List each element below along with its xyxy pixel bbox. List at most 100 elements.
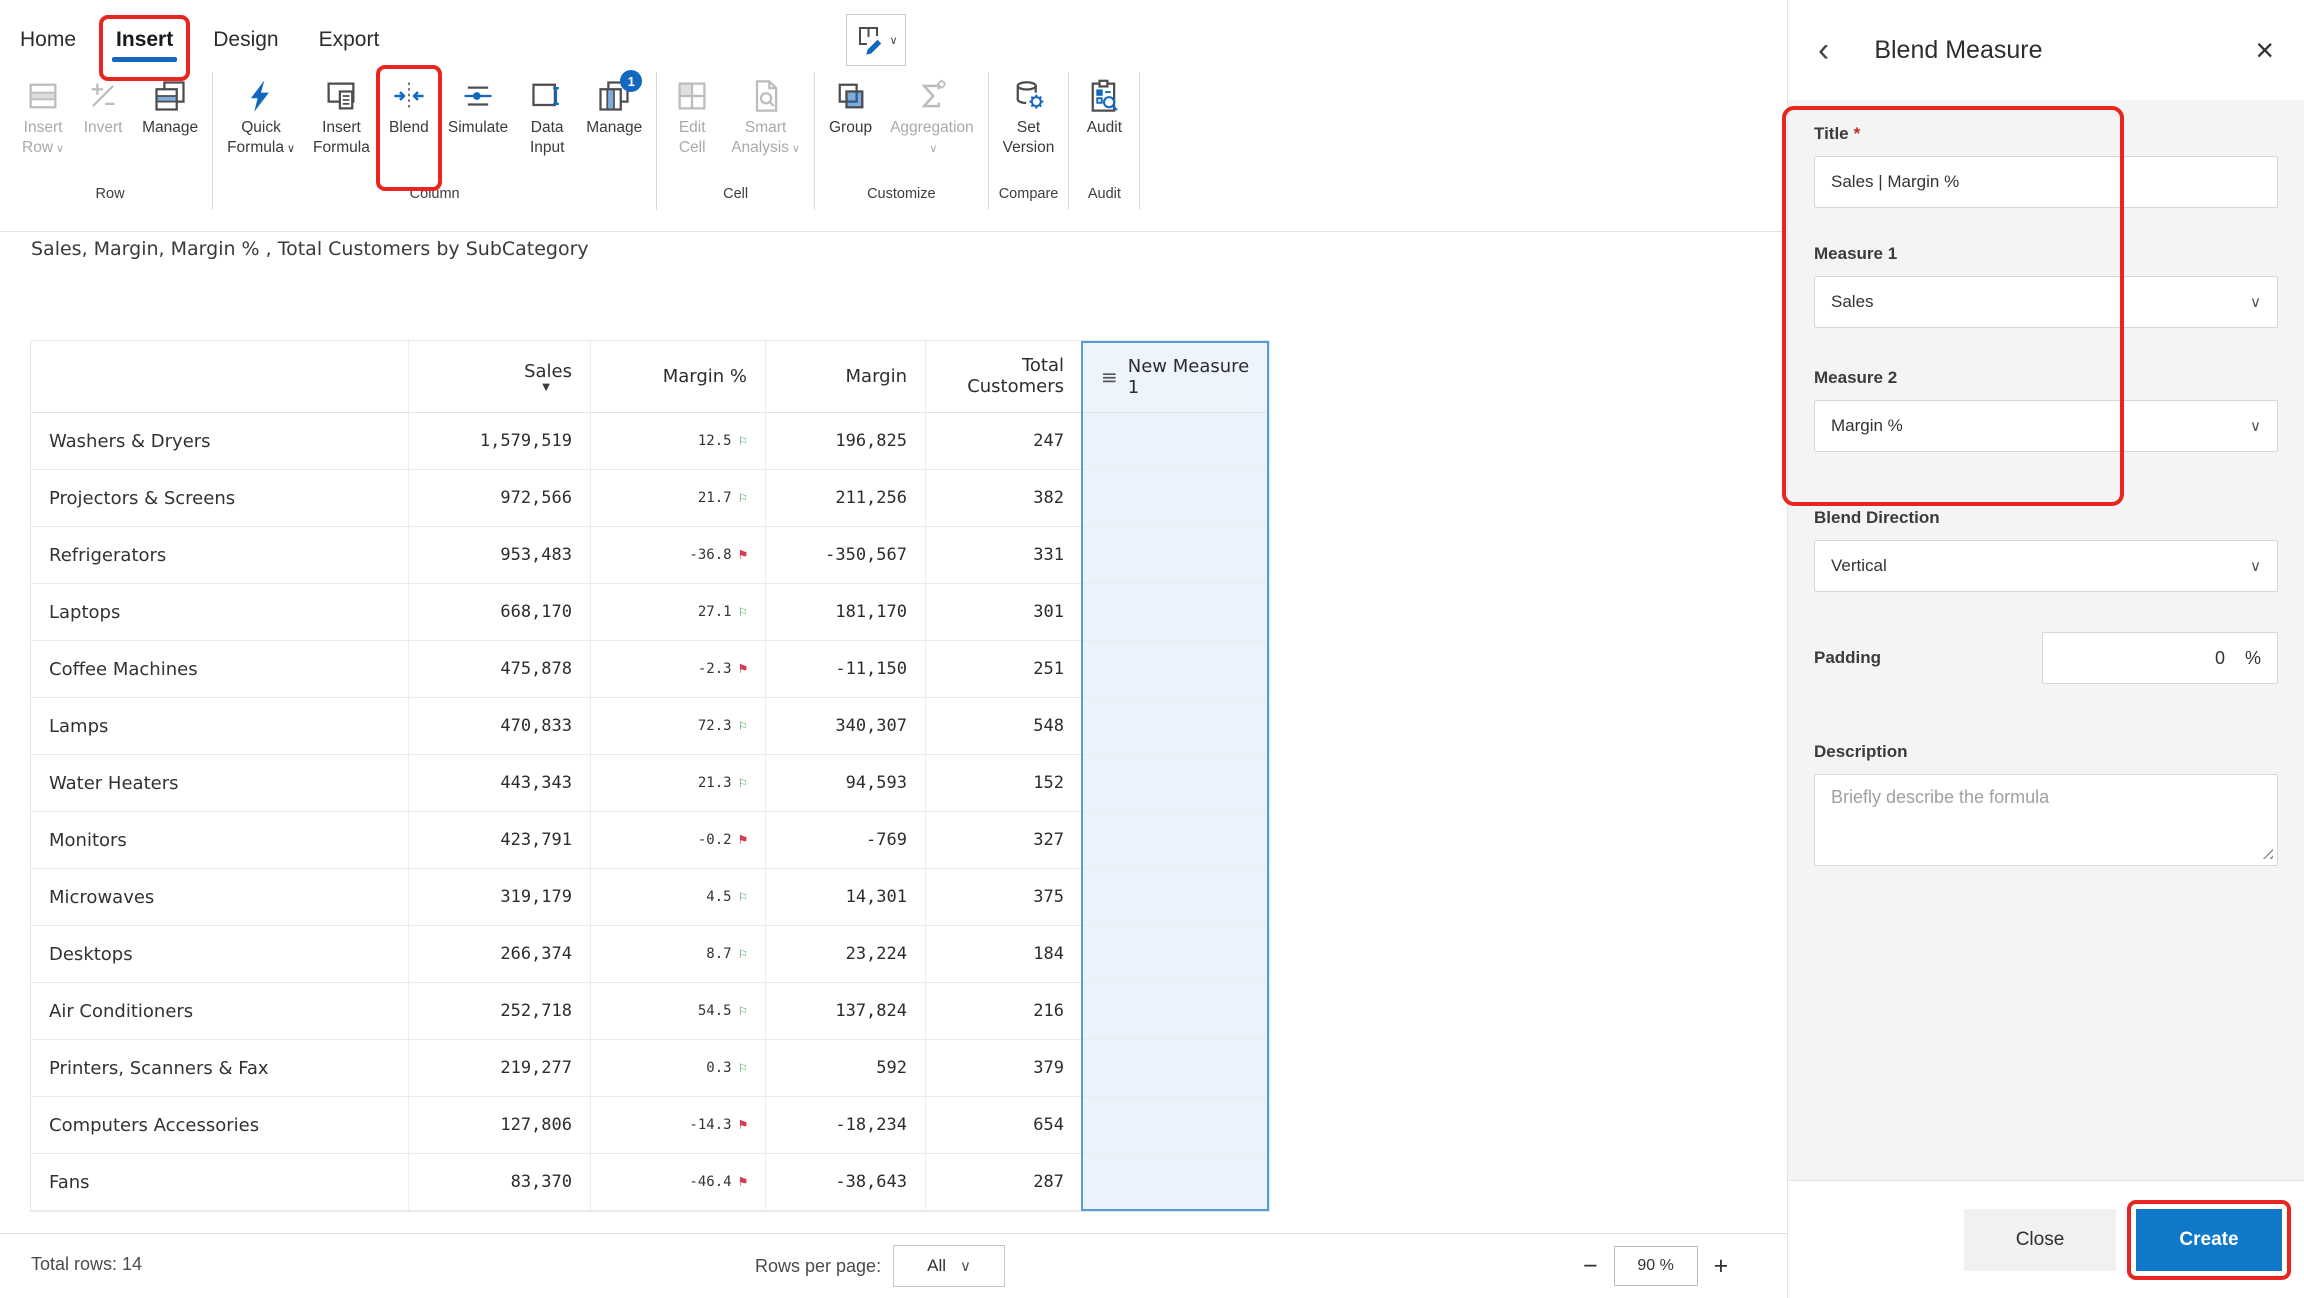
cell-margin-pct[interactable]: 8.7 ⚐ bbox=[591, 926, 766, 983]
cell-new-measure[interactable] bbox=[1083, 812, 1269, 869]
cell-total-customers[interactable]: 301 bbox=[926, 584, 1083, 641]
description-textarea[interactable] bbox=[1814, 774, 2278, 866]
cell-new-measure[interactable] bbox=[1083, 869, 1269, 926]
cell-subcategory[interactable]: Refrigerators bbox=[31, 527, 409, 584]
cell-margin[interactable]: -350,567 bbox=[766, 527, 926, 584]
cell-margin[interactable]: 592 bbox=[766, 1040, 926, 1097]
cell-total-customers[interactable]: 184 bbox=[926, 926, 1083, 983]
ribbon-button-manage-columns[interactable]: 1 Manage bbox=[577, 70, 651, 180]
cell-total-customers[interactable]: 375 bbox=[926, 869, 1083, 926]
cell-sales[interactable]: 443,343 bbox=[409, 755, 591, 812]
cell-sales[interactable]: 219,277 bbox=[409, 1040, 591, 1097]
cell-margin-pct[interactable]: 72.3 ⚐ bbox=[591, 698, 766, 755]
cell-margin[interactable]: 94,593 bbox=[766, 755, 926, 812]
cell-subcategory[interactable]: Air Conditioners bbox=[31, 983, 409, 1040]
back-icon[interactable]: ‹ bbox=[1818, 33, 1829, 67]
cell-sales[interactable]: 423,791 bbox=[409, 812, 591, 869]
cell-subcategory[interactable]: Water Heaters bbox=[31, 755, 409, 812]
cell-new-measure[interactable] bbox=[1083, 584, 1269, 641]
cell-margin-pct[interactable]: -0.2 ⚑ bbox=[591, 812, 766, 869]
cell-margin-pct[interactable]: -2.3 ⚑ bbox=[591, 641, 766, 698]
cell-total-customers[interactable]: 379 bbox=[926, 1040, 1083, 1097]
cell-new-measure[interactable] bbox=[1083, 470, 1269, 527]
cell-new-measure[interactable] bbox=[1083, 698, 1269, 755]
cell-subcategory[interactable]: Washers & Dryers bbox=[31, 413, 409, 470]
cell-new-measure[interactable] bbox=[1083, 527, 1269, 584]
cell-margin[interactable]: 340,307 bbox=[766, 698, 926, 755]
cell-margin-pct[interactable]: 27.1 ⚐ bbox=[591, 584, 766, 641]
header-subcategory[interactable] bbox=[31, 341, 409, 413]
cell-new-measure[interactable] bbox=[1083, 413, 1269, 470]
padding-input[interactable]: 0 % bbox=[2042, 632, 2278, 684]
cell-sales[interactable]: 972,566 bbox=[409, 470, 591, 527]
cell-total-customers[interactable]: 251 bbox=[926, 641, 1083, 698]
cell-subcategory[interactable]: Projectors & Screens bbox=[31, 470, 409, 527]
cell-margin-pct[interactable]: 54.5 ⚐ bbox=[591, 983, 766, 1040]
title-input[interactable] bbox=[1814, 156, 2278, 208]
tab-design[interactable]: Design bbox=[211, 25, 280, 55]
cell-total-customers[interactable]: 331 bbox=[926, 527, 1083, 584]
cell-margin[interactable]: 137,824 bbox=[766, 983, 926, 1040]
ribbon-button-blend[interactable]: Blend bbox=[379, 72, 439, 180]
cell-total-customers[interactable]: 382 bbox=[926, 470, 1083, 527]
ribbon-button-data-input[interactable]: Data Input bbox=[517, 72, 577, 180]
cell-subcategory[interactable]: Laptops bbox=[31, 584, 409, 641]
cell-total-customers[interactable]: 152 bbox=[926, 755, 1083, 812]
cell-margin[interactable]: 181,170 bbox=[766, 584, 926, 641]
cell-margin-pct[interactable]: -14.3 ⚑ bbox=[591, 1097, 766, 1154]
cell-total-customers[interactable]: 654 bbox=[926, 1097, 1083, 1154]
cell-total-customers[interactable]: 327 bbox=[926, 812, 1083, 869]
cell-new-measure[interactable] bbox=[1083, 926, 1269, 983]
close-icon[interactable]: × bbox=[2255, 34, 2274, 66]
cell-sales[interactable]: 1,579,519 bbox=[409, 413, 591, 470]
tab-home[interactable]: Home bbox=[18, 25, 78, 55]
cell-sales[interactable]: 252,718 bbox=[409, 983, 591, 1040]
zoom-out-button[interactable]: − bbox=[1583, 1253, 1598, 1279]
close-button[interactable]: Close bbox=[1964, 1208, 2116, 1271]
cell-sales[interactable]: 953,483 bbox=[409, 527, 591, 584]
cell-margin-pct[interactable]: -46.4 ⚑ bbox=[591, 1154, 766, 1211]
ribbon-button-group[interactable]: Group bbox=[820, 72, 881, 180]
ribbon-button-audit[interactable]: Audit bbox=[1074, 72, 1134, 180]
cell-margin-pct[interactable]: 21.7 ⚐ bbox=[591, 470, 766, 527]
cell-new-measure[interactable] bbox=[1083, 1154, 1269, 1211]
rows-per-page-select[interactable]: All ∨ bbox=[893, 1245, 1006, 1287]
cell-subcategory[interactable]: Microwaves bbox=[31, 869, 409, 926]
ribbon-button-set-version[interactable]: Set Version bbox=[994, 72, 1064, 180]
cell-margin-pct[interactable]: -36.8 ⚑ bbox=[591, 527, 766, 584]
tab-insert[interactable]: Insert bbox=[112, 25, 178, 62]
cell-sales[interactable]: 668,170 bbox=[409, 584, 591, 641]
cell-margin[interactable]: 23,224 bbox=[766, 926, 926, 983]
measure1-select[interactable]: Sales ∨ bbox=[1814, 276, 2278, 328]
ribbon-button-quick-formula[interactable]: Quick Formula ∨ bbox=[218, 72, 304, 180]
cell-margin[interactable]: -769 bbox=[766, 812, 926, 869]
cell-total-customers[interactable]: 548 bbox=[926, 698, 1083, 755]
blend-direction-select[interactable]: Vertical ∨ bbox=[1814, 540, 2278, 592]
ribbon-button-manage-rows[interactable]: Manage bbox=[133, 72, 207, 180]
cell-total-customers[interactable]: 216 bbox=[926, 983, 1083, 1040]
edit-column-button[interactable]: ∨ bbox=[846, 14, 906, 66]
cell-subcategory[interactable]: Computers Accessories bbox=[31, 1097, 409, 1154]
cell-margin[interactable]: -18,234 bbox=[766, 1097, 926, 1154]
cell-subcategory[interactable]: Coffee Machines bbox=[31, 641, 409, 698]
cell-margin[interactable]: 14,301 bbox=[766, 869, 926, 926]
measure2-select[interactable]: Margin % ∨ bbox=[1814, 400, 2278, 452]
create-button[interactable]: Create bbox=[2136, 1208, 2282, 1271]
cell-subcategory[interactable]: Printers, Scanners & Fax bbox=[31, 1040, 409, 1097]
cell-subcategory[interactable]: Monitors bbox=[31, 812, 409, 869]
cell-sales[interactable]: 475,878 bbox=[409, 641, 591, 698]
tab-export[interactable]: Export bbox=[317, 25, 382, 55]
cell-sales[interactable]: 266,374 bbox=[409, 926, 591, 983]
cell-margin-pct[interactable]: 12.5 ⚐ bbox=[591, 413, 766, 470]
cell-new-measure[interactable] bbox=[1083, 641, 1269, 698]
header-margin-pct[interactable]: Margin % bbox=[591, 341, 766, 413]
header-sales[interactable]: Sales ▼ bbox=[409, 341, 591, 413]
cell-new-measure[interactable] bbox=[1083, 1097, 1269, 1154]
cell-subcategory[interactable]: Desktops bbox=[31, 926, 409, 983]
cell-margin-pct[interactable]: 0.3 ⚐ bbox=[591, 1040, 766, 1097]
cell-subcategory[interactable]: Lamps bbox=[31, 698, 409, 755]
cell-new-measure[interactable] bbox=[1083, 1040, 1269, 1097]
cell-margin-pct[interactable]: 4.5 ⚐ bbox=[591, 869, 766, 926]
zoom-level-input[interactable]: 90 % bbox=[1613, 1246, 1698, 1286]
cell-total-customers[interactable]: 287 bbox=[926, 1154, 1083, 1211]
